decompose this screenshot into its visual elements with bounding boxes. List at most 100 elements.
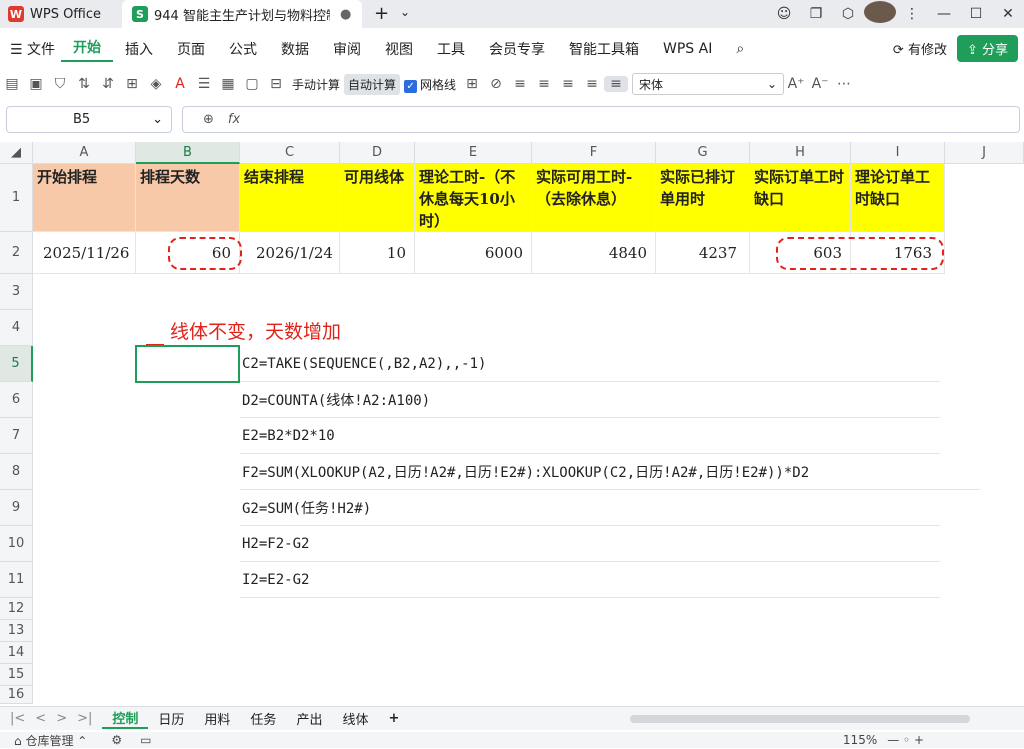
comment-icon[interactable]: ▢ bbox=[240, 76, 264, 92]
cell-a2[interactable]: 2025/11/26 bbox=[33, 232, 136, 274]
menu-insert[interactable]: 插入 bbox=[113, 39, 165, 59]
filter-icon[interactable]: ⛉ bbox=[48, 76, 72, 92]
maximize-icon[interactable]: ☐ bbox=[960, 6, 992, 22]
menu-member[interactable]: 会员专享 bbox=[477, 39, 557, 59]
cell-c2[interactable]: 2026/1/24 bbox=[240, 232, 340, 274]
sheet-tab-materials[interactable]: 用料 bbox=[194, 709, 240, 728]
menu-wps-ai[interactable]: WPS AI bbox=[651, 41, 724, 57]
gridlines-checkbox[interactable]: ✓ 网格线 bbox=[400, 74, 460, 95]
menu-formula[interactable]: 公式 bbox=[217, 39, 269, 59]
row-header-8[interactable]: 8 bbox=[0, 454, 33, 490]
font-shrink-icon[interactable]: A⁻ bbox=[808, 76, 832, 92]
font-grow-icon[interactable]: A⁺ bbox=[784, 76, 808, 92]
insert-icon[interactable]: ⊟ bbox=[264, 76, 288, 92]
new-tab-icon[interactable]: + bbox=[374, 3, 389, 24]
menu-page[interactable]: 页面 bbox=[165, 39, 217, 59]
cell-g2[interactable]: 4237 bbox=[656, 232, 750, 274]
sheet-tab-output[interactable]: 产出 bbox=[286, 709, 332, 728]
col-header-i[interactable]: I bbox=[851, 142, 945, 164]
clear-icon[interactable]: ⊘ bbox=[484, 76, 508, 92]
doc-icon[interactable]: ▭ bbox=[140, 733, 151, 747]
font-selector[interactable]: 宋体 ⌄ bbox=[632, 73, 785, 95]
formula-text-h2[interactable]: H2=F2-G2 bbox=[240, 526, 940, 562]
freeze-icon[interactable]: ▦ bbox=[216, 76, 240, 92]
wrap-icon[interactable]: ☰ bbox=[192, 76, 216, 92]
close-icon[interactable]: ✕ bbox=[992, 6, 1024, 22]
avatar[interactable] bbox=[864, 1, 896, 27]
prev-sheet-icon[interactable]: < bbox=[35, 711, 46, 726]
active-cell-b5[interactable] bbox=[135, 345, 240, 383]
formula-text-e2[interactable]: E2=B2*D2*10 bbox=[240, 418, 940, 454]
warehouse-menu[interactable]: ⌂ 仓库管理 ⌃ bbox=[0, 732, 87, 749]
header-cell-g1[interactable]: 实际已排订单用时 bbox=[656, 164, 750, 232]
row-header-2[interactable]: 2 bbox=[0, 232, 33, 274]
menu-view[interactable]: 视图 bbox=[373, 39, 425, 59]
game-icon[interactable]: ☺ bbox=[768, 6, 800, 22]
fill-color-icon[interactable]: ◈ bbox=[144, 76, 168, 92]
header-cell-d1[interactable]: 可用线体 bbox=[340, 164, 415, 232]
sheet-tab-lines[interactable]: 线体 bbox=[332, 709, 378, 728]
align-right-icon[interactable]: ≡ bbox=[580, 76, 604, 92]
file-menu[interactable]: ☰ 文件 bbox=[0, 39, 61, 59]
cube-icon[interactable]: ⬡ bbox=[832, 6, 864, 22]
formula-text-c2[interactable]: C2=TAKE(SEQUENCE(,B2,A2),,-1) bbox=[240, 346, 940, 382]
header-cell-f1[interactable]: 实际可用工时-（去除休息） bbox=[532, 164, 656, 232]
menu-data[interactable]: 数据 bbox=[269, 39, 321, 59]
align-left-icon[interactable]: ≡ bbox=[532, 76, 556, 92]
search-icon[interactable]: ⌕ bbox=[724, 41, 756, 57]
share-button[interactable]: ⇪ 分享 bbox=[956, 34, 1018, 62]
row-header-3[interactable]: 3 bbox=[0, 274, 33, 310]
row-header-5[interactable]: 5 bbox=[0, 346, 33, 382]
zoom-formula-icon[interactable]: ⊕ bbox=[203, 112, 214, 127]
col-header-g[interactable]: G bbox=[656, 142, 750, 164]
font-color-icon[interactable]: A bbox=[168, 76, 192, 92]
document-tab[interactable]: S 944 智能主生产计划与物料控制表 ● bbox=[122, 0, 362, 28]
auto-calc-button[interactable]: 自动计算 bbox=[344, 73, 401, 95]
border-icon[interactable]: ⊞ bbox=[120, 76, 144, 92]
cell-d2[interactable]: 10 bbox=[340, 232, 415, 274]
unsaved-dot-icon[interactable]: ● bbox=[340, 7, 351, 22]
row-header-1[interactable]: 1 bbox=[0, 164, 33, 232]
col-header-a[interactable]: A bbox=[33, 142, 136, 164]
fx-icon[interactable]: fx bbox=[228, 112, 240, 127]
menu-smart-tools[interactable]: 智能工具箱 bbox=[557, 39, 651, 59]
add-sheet-icon[interactable]: + bbox=[378, 711, 409, 726]
row-header-15[interactable]: 15 bbox=[0, 664, 33, 686]
sort-asc-icon[interactable]: ⇅ bbox=[72, 76, 96, 92]
row-header-14[interactable]: 14 bbox=[0, 642, 33, 664]
row-header-6[interactable]: 6 bbox=[0, 382, 33, 418]
table-style-icon[interactable]: ⊞ bbox=[460, 76, 484, 92]
cell-f2[interactable]: 4840 bbox=[532, 232, 656, 274]
macro-icon[interactable]: ⚙ bbox=[111, 733, 122, 747]
paste-icon[interactable]: ▣ bbox=[24, 76, 48, 92]
header-cell-e1[interactable]: 理论工时-（不休息每天10小时） bbox=[415, 164, 532, 232]
col-header-f[interactable]: F bbox=[532, 142, 656, 164]
sort-desc-icon[interactable]: ⇵ bbox=[96, 76, 120, 92]
next-sheet-icon[interactable]: > bbox=[56, 711, 67, 726]
first-sheet-icon[interactable]: |< bbox=[10, 711, 25, 726]
row-header-10[interactable]: 10 bbox=[0, 526, 33, 562]
row-header-12[interactable]: 12 bbox=[0, 598, 33, 620]
last-sheet-icon[interactable]: >| bbox=[77, 711, 92, 726]
name-box[interactable]: B5 ⌄ bbox=[6, 106, 172, 133]
menu-home[interactable]: 开始 bbox=[61, 37, 114, 62]
formula-input[interactable]: ⊕ fx bbox=[182, 106, 1020, 133]
col-header-e[interactable]: E bbox=[415, 142, 532, 164]
row-header-16[interactable]: 16 bbox=[0, 686, 33, 704]
zoom-level[interactable]: 115% bbox=[843, 733, 877, 747]
row-header-4[interactable]: 4 bbox=[0, 310, 33, 346]
header-cell-i1[interactable]: 理论订单工时缺口 bbox=[851, 164, 945, 232]
menu-tools[interactable]: 工具 bbox=[425, 39, 477, 59]
sheet-tab-control[interactable]: 控制 bbox=[102, 708, 149, 729]
tab-dropdown-icon[interactable]: ⌄ bbox=[400, 5, 410, 19]
menu-dots-icon[interactable]: ⋮ bbox=[896, 6, 928, 22]
header-cell-c1[interactable]: 结束排程 bbox=[240, 164, 340, 232]
format-painter-icon[interactable]: ▤ bbox=[0, 76, 24, 92]
align-justify-icon[interactable]: ≡ bbox=[604, 76, 629, 92]
select-all-corner[interactable]: ◢ bbox=[0, 142, 33, 164]
manual-calc-button[interactable]: 手动计算 bbox=[288, 74, 344, 95]
row-header-7[interactable]: 7 bbox=[0, 418, 33, 454]
row-header-9[interactable]: 9 bbox=[0, 490, 33, 526]
menu-review[interactable]: 审阅 bbox=[321, 39, 373, 59]
formula-text-g2[interactable]: G2=SUM(任务!H2#) bbox=[240, 490, 940, 526]
